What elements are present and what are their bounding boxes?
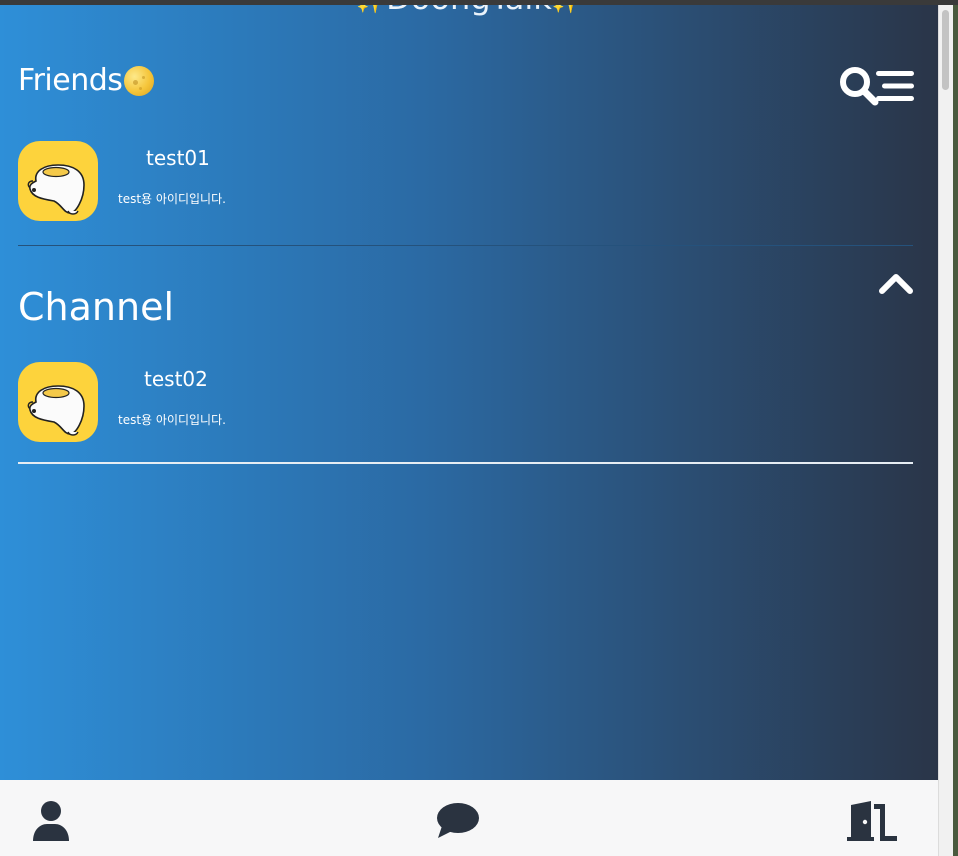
nav-chats-button[interactable] <box>436 802 480 844</box>
user-icon <box>33 801 69 841</box>
chat-bubble-icon <box>437 803 479 838</box>
nav-logout-button[interactable] <box>847 800 899 846</box>
sparkle-icon: ✨ <box>356 5 386 15</box>
search-button[interactable] <box>838 65 880 107</box>
browser-viewport: ✨DoongTalk✨ Friends <box>0 0 958 856</box>
duck-avatar-icon <box>27 164 85 215</box>
bottom-nav <box>0 780 938 856</box>
collapse-channel-button[interactable] <box>877 271 915 295</box>
door-exit-icon <box>847 801 897 841</box>
scrollbar[interactable] <box>938 5 954 856</box>
search-icon <box>840 67 879 106</box>
app-screen: ✨DoongTalk✨ Friends <box>0 5 938 780</box>
nav-friends-button[interactable] <box>32 800 70 846</box>
friends-header: Friends <box>18 63 155 98</box>
scrollbar-thumb[interactable] <box>942 10 949 90</box>
friend-avatar <box>18 141 98 221</box>
friend-status-message: test용 아이디입니다. <box>118 192 226 206</box>
section-divider <box>18 245 913 246</box>
channel-status-message: test용 아이디입니다. <box>118 413 226 427</box>
channel-avatar <box>18 362 98 442</box>
menu-icon <box>876 71 914 101</box>
chevron-up-icon <box>879 274 913 294</box>
channel-section-title: Channel <box>18 285 175 329</box>
channel-name: test02 <box>144 367 208 391</box>
sparkle-icon: ✨ <box>552 5 582 15</box>
moon-icon <box>124 65 155 96</box>
friend-list-item[interactable]: test01 test용 아이디입니다. <box>18 141 913 221</box>
app-title-text: DoongTalk <box>386 5 552 17</box>
page-title: Friends <box>18 63 123 98</box>
window-right-edge <box>953 5 958 856</box>
friend-name: test01 <box>146 146 210 170</box>
section-divider <box>18 462 913 464</box>
channel-list-item[interactable]: test02 test용 아이디입니다. <box>18 362 913 442</box>
app-title: ✨DoongTalk✨ <box>0 5 938 17</box>
menu-button[interactable] <box>876 69 914 103</box>
duck-avatar-icon <box>27 385 85 436</box>
header-actions <box>838 65 914 107</box>
